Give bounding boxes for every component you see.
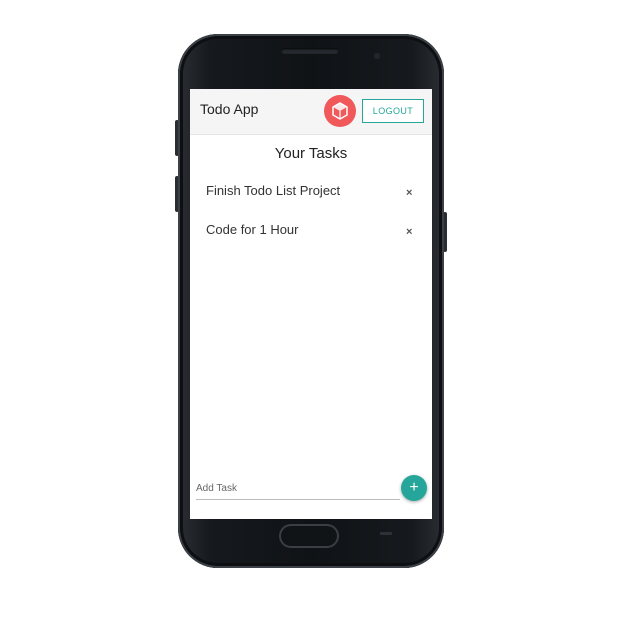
add-task-button[interactable]: + xyxy=(401,475,427,501)
task-item[interactable]: Code for 1 Hour × xyxy=(190,218,432,257)
add-task-input[interactable] xyxy=(196,477,400,500)
user-avatar-icon[interactable] xyxy=(324,95,356,127)
phone-frame: Todo App LOGOUT Your Tasks Finish Todo L… xyxy=(178,34,444,568)
phone-camera xyxy=(372,51,382,61)
phone-screen: Todo App LOGOUT Your Tasks Finish Todo L… xyxy=(190,89,432,519)
remove-task-icon[interactable]: × xyxy=(406,187,412,199)
task-text: Finish Todo List Project xyxy=(206,183,341,198)
phone-speaker xyxy=(281,48,339,54)
phone-home-button xyxy=(279,524,339,548)
task-text: Code for 1 Hour xyxy=(206,222,299,237)
stage: Todo App LOGOUT Your Tasks Finish Todo L… xyxy=(0,0,640,640)
logout-button[interactable]: LOGOUT xyxy=(362,99,424,123)
tasks-heading: Your Tasks xyxy=(274,145,348,162)
avatar-glyph-icon xyxy=(332,102,348,120)
phone-recent-apps-key xyxy=(380,532,392,535)
app-title: Todo App xyxy=(200,101,259,117)
app-bar: Todo App LOGOUT xyxy=(190,89,432,135)
remove-task-icon[interactable]: × xyxy=(406,226,412,238)
task-list: Finish Todo List Project × Code for 1 Ho… xyxy=(190,179,432,257)
add-task-row: + xyxy=(190,471,432,511)
task-item[interactable]: Finish Todo List Project × xyxy=(190,179,432,218)
